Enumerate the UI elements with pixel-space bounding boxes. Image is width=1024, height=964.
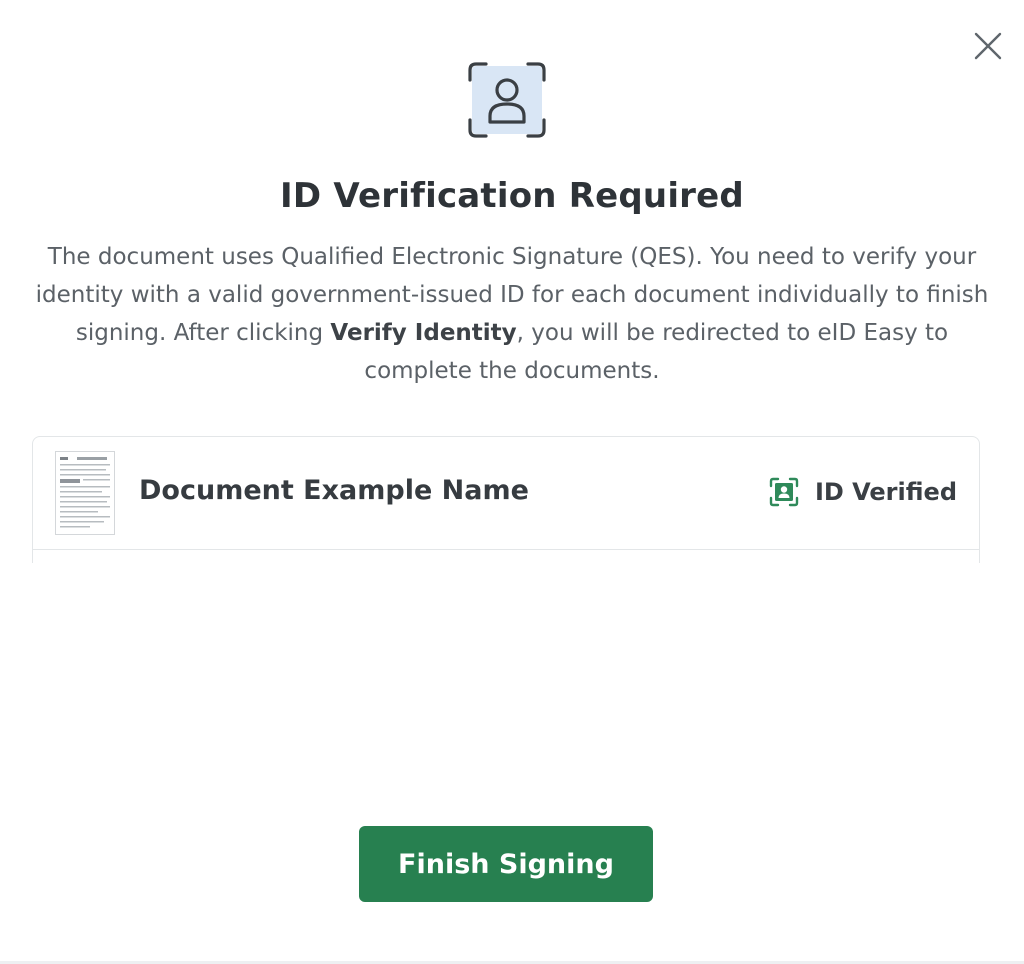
id-verification-dialog: ID Verification Required The document us… — [0, 0, 1024, 964]
finish-signing-button[interactable]: Finish Signing — [359, 826, 653, 902]
document-thumbnail — [55, 451, 115, 535]
description-emphasis: Verify Identity — [330, 320, 517, 346]
status-badge: ID Verified — [769, 477, 957, 507]
dialog-title: ID Verification Required — [280, 176, 744, 216]
id-verified-icon — [769, 477, 799, 507]
document-row[interactable]: Document Example Name ID Verified — [33, 437, 979, 550]
dialog-description: The document uses Qualified Electronic S… — [30, 238, 994, 390]
close-button[interactable] — [966, 24, 1010, 68]
document-name: Document Example Name — [139, 475, 529, 506]
close-icon — [974, 32, 1002, 60]
id-scan-icon — [468, 62, 546, 138]
status-label: ID Verified — [814, 478, 957, 506]
document-list: Document Example Name ID Verified — [32, 436, 980, 563]
